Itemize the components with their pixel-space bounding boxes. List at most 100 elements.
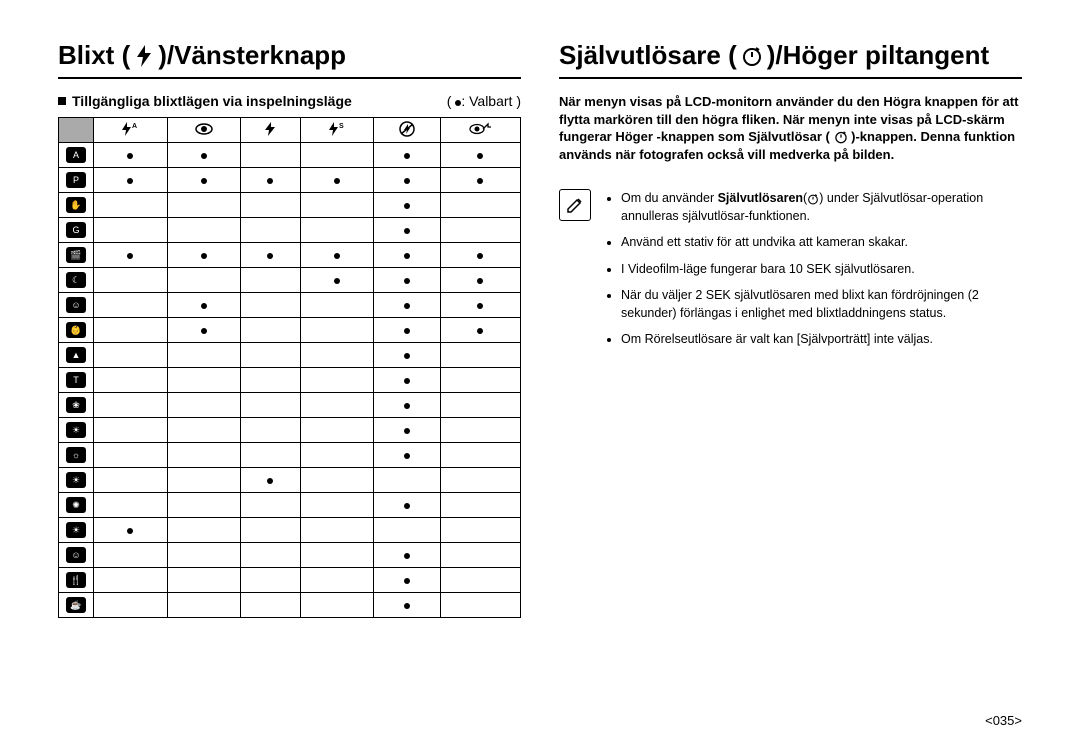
- dot-icon: [404, 253, 410, 259]
- cell: [374, 568, 441, 593]
- dot-icon: [404, 178, 410, 184]
- cell: [440, 318, 521, 343]
- dot-icon: [477, 328, 483, 334]
- redeye-fix-icon: [469, 126, 491, 140]
- dot-icon: [404, 378, 410, 384]
- cell: [374, 468, 441, 493]
- cell: [241, 468, 301, 493]
- cell: [300, 318, 374, 343]
- right-column: Självutlösare ( )/Höger piltangent När m…: [559, 40, 1022, 722]
- flash-fill-icon: [262, 126, 278, 140]
- list-item: Om Rörelseutlösare är valt kan [Självpor…: [621, 330, 1022, 348]
- cell: [167, 593, 241, 618]
- cell: [94, 393, 168, 418]
- sunset-mode-icon: ☀: [66, 422, 86, 438]
- cell: [300, 493, 374, 518]
- cell: [241, 193, 301, 218]
- table-row: 🎬: [59, 243, 521, 268]
- notes-list: Om du använder Självutlösaren() under Sj…: [605, 189, 1022, 356]
- table-row: P: [59, 168, 521, 193]
- scene-mode-icon: 🎬: [66, 247, 86, 263]
- row-scene: 🎬: [59, 243, 94, 268]
- square-bullet-icon: [58, 97, 66, 105]
- selfshot-mode-icon: ☺: [66, 547, 86, 563]
- dot-icon: [127, 528, 133, 534]
- cell: [241, 318, 301, 343]
- cell: [300, 368, 374, 393]
- dot-icon: [267, 178, 273, 184]
- dot-icon: [334, 278, 340, 284]
- cell: [167, 368, 241, 393]
- dot-icon: [404, 453, 410, 459]
- cell: [94, 518, 168, 543]
- cell: [440, 543, 521, 568]
- cell: [440, 568, 521, 593]
- col-redeye: [167, 118, 241, 143]
- cell: [241, 518, 301, 543]
- table-row: 🍴: [59, 568, 521, 593]
- flash-icon: [134, 44, 154, 68]
- cell: [300, 193, 374, 218]
- dot-icon: [334, 253, 340, 259]
- cell: [167, 218, 241, 243]
- row-portrait: ☺: [59, 293, 94, 318]
- cell: [94, 318, 168, 343]
- cell: [300, 568, 374, 593]
- col-redeye-fix: [440, 118, 521, 143]
- col-flash-off: [374, 118, 441, 143]
- food-mode-icon: 🍴: [66, 572, 86, 588]
- cell: [241, 393, 301, 418]
- cell: [167, 318, 241, 343]
- dot-icon: [404, 228, 410, 234]
- dot-icon: [201, 328, 207, 334]
- table-row: ▲: [59, 343, 521, 368]
- closeup-mode-icon: ❀: [66, 397, 86, 413]
- row-guide: G: [59, 218, 94, 243]
- table-corner: [59, 118, 94, 143]
- table-row: ☺: [59, 293, 521, 318]
- row-sunset: ☀: [59, 418, 94, 443]
- list-item: Använd ett stativ för att undvika att ka…: [621, 233, 1022, 251]
- row-fireworks: ✺: [59, 493, 94, 518]
- dot-icon: [201, 153, 207, 159]
- left-title-before: Blixt (: [58, 40, 130, 71]
- table-row: 👶: [59, 318, 521, 343]
- table-row: G: [59, 218, 521, 243]
- flash-off-icon: [398, 126, 416, 140]
- cell: [300, 443, 374, 468]
- text-mode-icon: T: [66, 372, 86, 388]
- cell: [94, 193, 168, 218]
- auto-mode-icon: A: [66, 147, 86, 163]
- cell: [241, 543, 301, 568]
- cell: [94, 143, 168, 168]
- dot-icon: [404, 153, 410, 159]
- cell: [300, 343, 374, 368]
- cell: [300, 168, 374, 193]
- portrait-mode-icon: ☺: [66, 297, 86, 313]
- table-row: ☾: [59, 268, 521, 293]
- dot-icon: [404, 503, 410, 509]
- note-block: Om du använder Självutlösaren() under Sj…: [559, 189, 1022, 356]
- row-food: 🍴: [59, 568, 94, 593]
- cell: [167, 468, 241, 493]
- svg-text:A: A: [132, 123, 137, 130]
- cell: [167, 293, 241, 318]
- cell: [241, 568, 301, 593]
- dot-icon: [404, 278, 410, 284]
- timer-icon: [741, 45, 763, 67]
- cell: [374, 268, 441, 293]
- cell: [167, 418, 241, 443]
- dot-icon: [477, 303, 483, 309]
- cell: [374, 443, 441, 468]
- timer-icon: [807, 191, 819, 205]
- list-item: I Videofilm-läge fungerar bara 10 SEK sj…: [621, 260, 1022, 278]
- col-flash-auto: A: [94, 118, 168, 143]
- cell: [300, 393, 374, 418]
- table-row: ✋: [59, 193, 521, 218]
- cell: [94, 593, 168, 618]
- row-children: 👶: [59, 318, 94, 343]
- cell: [241, 343, 301, 368]
- cell: [241, 443, 301, 468]
- dot-icon: [404, 203, 410, 209]
- cell: [300, 468, 374, 493]
